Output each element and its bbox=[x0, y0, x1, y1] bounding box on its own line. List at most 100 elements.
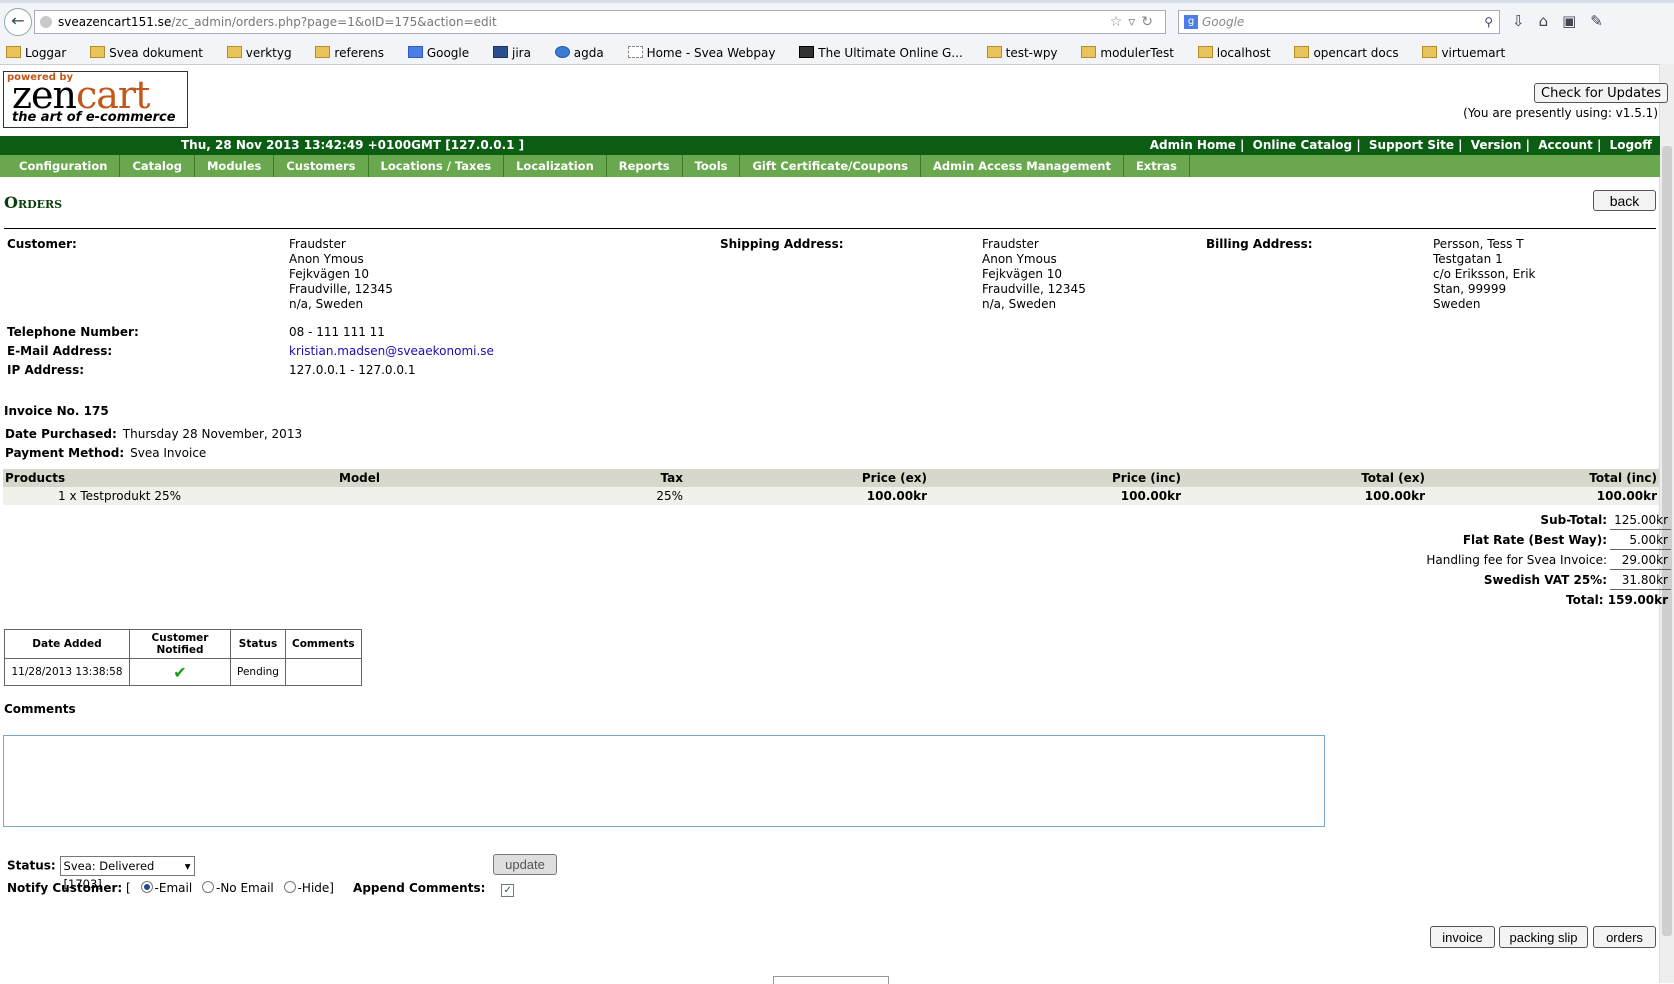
status-select[interactable]: Svea: Delivered [1703] ▾ bbox=[59, 856, 195, 891]
customer-address: Fraudster Anon Ymous Fejkvägen 10 Fraudv… bbox=[289, 237, 393, 311]
folder-icon bbox=[986, 46, 1002, 58]
logoff-link[interactable]: Logoff bbox=[1610, 138, 1652, 152]
google-icon bbox=[407, 46, 423, 58]
customer-label: Customer: bbox=[7, 237, 77, 251]
bookmark-item[interactable]: Loggar bbox=[0, 42, 66, 64]
admin-header-bar: Thu, 28 Nov 2013 13:42:49 +0100GMT [127.… bbox=[0, 136, 1660, 155]
search-icon[interactable]: ⚲ bbox=[1484, 11, 1493, 33]
google-icon: g bbox=[1184, 15, 1198, 29]
check-updates-button[interactable]: Check for Updates bbox=[1534, 83, 1668, 103]
agda-icon bbox=[554, 46, 570, 58]
url-host: sveazencart151.se bbox=[58, 15, 172, 29]
billing-address: Persson, Tess T Testgatan 1 c/o Eriksson… bbox=[1433, 237, 1536, 311]
update-button[interactable]: update bbox=[493, 854, 557, 875]
invoice-button[interactable]: invoice bbox=[1430, 926, 1495, 948]
bookmark-item[interactable]: virtuemart bbox=[1416, 42, 1505, 64]
logo-tagline: the art of e-commerce bbox=[12, 110, 176, 125]
logo-wordmark: zencart bbox=[12, 73, 150, 117]
date-purchased: Date Purchased: Thursday 28 November, 201… bbox=[5, 427, 303, 441]
menu-configuration[interactable]: Configuration bbox=[0, 155, 121, 177]
append-comments-checkbox[interactable]: ✓ bbox=[501, 884, 515, 897]
products-table: Products Model Tax Price (ex) Price (inc… bbox=[3, 469, 1659, 505]
bookmark-item[interactable]: referens bbox=[309, 42, 384, 64]
status-row: Status: Svea: Delivered [1703] ▾ bbox=[7, 856, 195, 891]
bookmark-item[interactable]: verktyg bbox=[221, 42, 292, 64]
billing-label: Billing Address: bbox=[1206, 237, 1313, 251]
comments-textarea[interactable] bbox=[3, 735, 1325, 827]
admin-menu: Configuration Catalog Modules Customers Loca… bbox=[0, 155, 1660, 177]
invoice-number: Invoice No. 175 bbox=[4, 404, 109, 418]
divider bbox=[4, 228, 1656, 229]
site-identity-icon bbox=[40, 16, 52, 28]
bookmark-item[interactable]: The Ultimate Online G... bbox=[793, 42, 963, 64]
menu-admin-access[interactable]: Admin Access Management bbox=[921, 155, 1124, 177]
bookmark-item[interactable]: modulerTest bbox=[1075, 42, 1174, 64]
support-site-link[interactable]: Support Site bbox=[1369, 138, 1454, 152]
search-placeholder: Google bbox=[1202, 15, 1245, 29]
phone-value: 08 - 111 111 11 bbox=[289, 325, 385, 339]
payment-method: Payment Method: Svea Invoice bbox=[5, 446, 207, 460]
folder-icon bbox=[90, 46, 106, 58]
browser-back-button[interactable]: ← bbox=[4, 8, 32, 36]
bookmark-item[interactable]: Svea dokument bbox=[84, 42, 203, 64]
jira-icon bbox=[492, 46, 508, 58]
table-row: 11/28/2013 13:38:58 ✔ Pending bbox=[4, 658, 362, 686]
menu-modules[interactable]: Modules bbox=[195, 155, 275, 177]
folder-icon bbox=[1081, 46, 1097, 58]
search-bar[interactable]: g Google ⚲ bbox=[1178, 10, 1500, 34]
bookmark-item[interactable]: Home - Svea Webpay bbox=[622, 42, 775, 64]
folder-icon bbox=[226, 46, 242, 58]
version-text: (You are presently using: v1.5.1) bbox=[1463, 106, 1658, 120]
notify-email-radio[interactable] bbox=[140, 881, 153, 893]
bookmark-item[interactable]: Google bbox=[402, 42, 469, 64]
bookmark-item[interactable]: localhost bbox=[1192, 42, 1271, 64]
ip-label: IP Address: bbox=[7, 363, 85, 377]
bookmark-item[interactable]: jira bbox=[487, 42, 531, 64]
address-bar[interactable]: sveazencart151.se/zc_admin/orders.php?pa… bbox=[34, 10, 1166, 34]
history-header-row: Date Added Customer Notified Status Comm… bbox=[4, 629, 362, 659]
menu-reports[interactable]: Reports bbox=[607, 155, 683, 177]
shipping-address: Fraudster Anon Ymous Fejkvägen 10 Fraudv… bbox=[982, 237, 1086, 311]
status-history-table: Date Added Customer Notified Status Comm… bbox=[4, 629, 362, 686]
comments-label: Comments bbox=[4, 702, 76, 716]
menu-extras[interactable]: Extras bbox=[1124, 155, 1191, 177]
account-link[interactable]: Account bbox=[1538, 138, 1593, 152]
server-datetime: Thu, 28 Nov 2013 13:42:49 +0100GMT [127.… bbox=[181, 138, 525, 152]
checkmark-icon: ✔ bbox=[173, 662, 187, 682]
menu-tools[interactable]: Tools bbox=[683, 155, 741, 177]
email-label: E-Mail Address: bbox=[7, 344, 113, 358]
packing-slip-button[interactable]: packing slip bbox=[1499, 926, 1588, 948]
menu-localization[interactable]: Localization bbox=[504, 155, 607, 177]
folder-icon bbox=[1197, 46, 1213, 58]
browser-tool-icons[interactable]: ⇩⌂▣✎ bbox=[1512, 12, 1617, 30]
version-link[interactable]: Version bbox=[1471, 138, 1522, 152]
menu-locations-taxes[interactable]: Locations / Taxes bbox=[369, 155, 505, 177]
orders-button[interactable]: orders bbox=[1593, 926, 1656, 948]
bookmark-item[interactable]: agda bbox=[549, 42, 604, 64]
ip-value: 127.0.0.1 - 127.0.0.1 bbox=[289, 363, 416, 377]
order-totals: Sub-Total: 125.00kr Flat Rate (Best Way):… bbox=[1423, 510, 1671, 609]
online-catalog-link[interactable]: Online Catalog bbox=[1253, 138, 1353, 152]
handling-fee-row: Handling fee for Svea Invoice: 29.00kr bbox=[1423, 549, 1671, 570]
notify-no-email-radio[interactable] bbox=[202, 881, 214, 893]
bookmarks-bar: Loggar Svea dokument verktyg referens Go… bbox=[0, 42, 1674, 65]
bookmark-item[interactable]: test-wpy bbox=[981, 42, 1058, 64]
browser-toolbar: ← sveazencart151.se/zc_admin/orders.php?… bbox=[0, 0, 1674, 43]
notify-hide-radio[interactable] bbox=[283, 881, 296, 893]
email-link[interactable]: kristian.madsen@sveaekonomi.se bbox=[289, 344, 494, 359]
products-header-row: Products Model Tax Price (ex) Price (inc… bbox=[3, 469, 1659, 487]
zencart-logo[interactable]: powered by zencart the art of e-commerce bbox=[3, 71, 188, 128]
admin-home-link[interactable]: Admin Home bbox=[1150, 138, 1236, 152]
back-button[interactable]: back bbox=[1593, 190, 1656, 211]
chevron-down-icon: ▾ bbox=[184, 859, 191, 873]
table-row: 1 x Testprodukt 25% 25% 100.00kr 100.00k… bbox=[3, 487, 1659, 505]
shipping-label: Shipping Address: bbox=[720, 237, 844, 251]
bookmark-star-icon[interactable]: ☆▿↻ bbox=[1110, 11, 1159, 33]
bookmark-item[interactable]: opencart docs bbox=[1288, 42, 1399, 64]
shipping-row: Flat Rate (Best Way): 5.00kr bbox=[1423, 529, 1671, 550]
menu-catalog[interactable]: Catalog bbox=[120, 155, 195, 177]
menu-gift-certificates[interactable]: Gift Certificate/Coupons bbox=[740, 155, 922, 177]
folder-icon bbox=[1294, 46, 1310, 58]
menu-customers[interactable]: Customers bbox=[274, 155, 369, 177]
notify-customer-row: Notify Customer: [ -Email -No Email -Hid… bbox=[7, 881, 515, 897]
